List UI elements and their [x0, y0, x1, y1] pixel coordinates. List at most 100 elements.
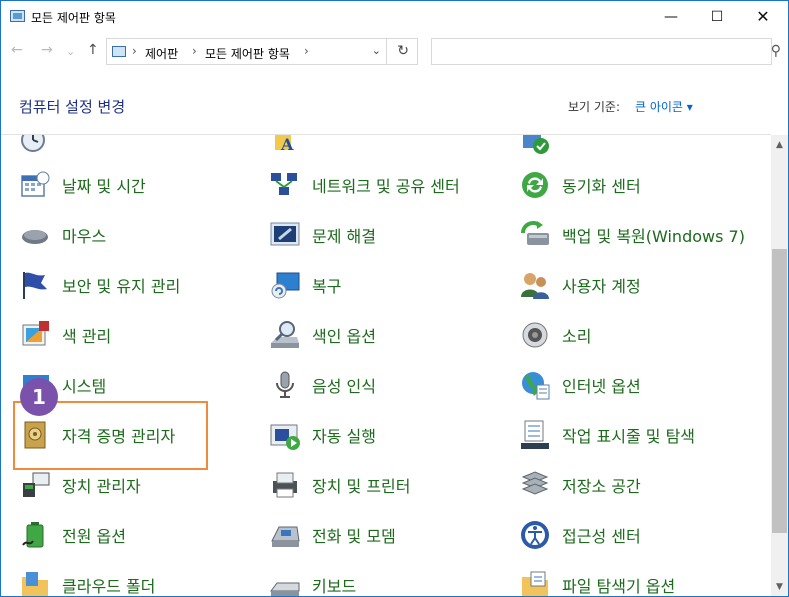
folder-options-icon — [519, 569, 551, 596]
list-item[interactable]: 장치 및 프린터 — [269, 465, 411, 505]
recovery-icon — [269, 269, 301, 301]
item-label: 색인 옵션 — [312, 327, 376, 346]
list-item[interactable]: 접근성 센터 — [519, 515, 641, 555]
breadcrumb-separator[interactable]: › — [192, 44, 197, 58]
list-item[interactable]: 전원 옵션 — [19, 515, 126, 555]
control-panel-icon — [10, 10, 25, 22]
list-item[interactable]: 네트워크 및 공유 센터 — [269, 165, 460, 205]
item-label: 보안 및 유지 관리 — [62, 277, 181, 296]
list-item[interactable]: 마우스 — [19, 215, 106, 255]
list-item[interactable]: 키보드 — [269, 565, 356, 596]
up-button[interactable]: ↑ — [87, 42, 99, 58]
item-label: 접근성 센터 — [562, 527, 641, 546]
control-panel-window: 모든 제어판 항목 — ☐ ✕ ← → ⌄ ↑ › 제어판 › 모든 제어판 항… — [0, 0, 789, 597]
item-label: 음성 인식 — [312, 377, 376, 396]
address-dropdown-icon[interactable]: ⌄ — [372, 44, 381, 57]
scroll-up-arrow-icon[interactable]: ▲ — [771, 136, 788, 153]
back-button[interactable]: ← — [11, 42, 23, 58]
keyboard-icon — [269, 569, 301, 596]
item-label: 복구 — [312, 277, 342, 296]
list-item[interactable] — [19, 135, 51, 160]
list-item[interactable]: 클라우드 폴더 — [19, 565, 155, 596]
refresh-button[interactable]: ↻ — [397, 43, 409, 59]
list-item[interactable]: 장치 관리자 — [19, 465, 141, 505]
printer-icon — [269, 469, 301, 501]
scrollbar-thumb[interactable] — [772, 249, 787, 533]
clock-icon — [19, 135, 51, 156]
sync-icon — [519, 169, 551, 201]
accessibility-icon — [519, 519, 551, 551]
vertical-scrollbar[interactable]: ▲ ▼ — [771, 135, 788, 596]
item-label: 백업 및 복원(Windows 7) — [562, 227, 745, 246]
list-item[interactable]: 색 관리 — [19, 315, 111, 355]
item-label: 색 관리 — [62, 327, 112, 346]
list-item[interactable]: 전화 및 모뎀 — [269, 515, 396, 555]
breadcrumb-control-panel[interactable]: 제어판 — [145, 45, 178, 62]
microphone-icon — [269, 369, 301, 401]
color-icon — [19, 319, 51, 351]
step-badge: 1 — [20, 378, 58, 416]
item-label: 네트워크 및 공유 센터 — [312, 177, 460, 196]
recent-locations-icon[interactable]: ⌄ — [66, 45, 75, 58]
breadcrumb-separator[interactable]: › — [132, 44, 137, 58]
breadcrumb-separator[interactable]: › — [304, 44, 309, 58]
item-label: 인터넷 옵션 — [562, 377, 641, 396]
forward-button[interactable]: → — [41, 42, 53, 58]
item-label: 동기화 센터 — [562, 177, 641, 196]
item-label: 클라우드 폴더 — [62, 577, 156, 596]
calendar-icon — [19, 169, 51, 201]
list-item[interactable]: A — [269, 135, 301, 160]
item-label: 작업 표시줄 및 탐색 — [562, 427, 696, 446]
list-item[interactable]: 보안 및 유지 관리 — [19, 265, 180, 305]
backup-icon — [519, 219, 551, 251]
page-title: 컴퓨터 설정 변경 — [19, 98, 126, 116]
list-item[interactable]: 색인 옵션 — [269, 315, 376, 355]
item-label: 장치 및 프린터 — [312, 477, 411, 496]
list-item[interactable]: 저장소 공간 — [519, 465, 641, 505]
list-item[interactable]: 동기화 센터 — [519, 165, 641, 205]
list-item[interactable]: 소리 — [519, 315, 591, 355]
item-label: 전원 옵션 — [62, 527, 126, 546]
list-item[interactable]: 백업 및 복원(Windows 7) — [519, 135, 745, 160]
device-manager-icon — [19, 469, 51, 501]
list-item[interactable]: 문제 해결 — [269, 215, 376, 255]
list-item[interactable]: 백업 및 복원(Windows 7) — [519, 215, 745, 255]
minimize-button[interactable]: — — [648, 1, 694, 32]
list-item[interactable]: 날짜 및 시간 — [19, 165, 146, 205]
list-item[interactable]: 인터넷 옵션 — [519, 365, 641, 405]
item-label: 마우스 — [62, 227, 107, 246]
item-label: 자동 실행 — [312, 427, 376, 446]
autoplay-icon — [269, 419, 301, 451]
search-box[interactable] — [431, 38, 772, 65]
title-bar: 모든 제어판 항목 — ☐ ✕ — [1, 1, 788, 32]
speaker-icon — [519, 319, 551, 351]
view-by-dropdown[interactable]: 큰 아이콘 ▾ — [635, 98, 693, 115]
item-label: 소리 — [562, 327, 592, 346]
view-by-label: 보기 기준: — [568, 100, 621, 114]
list-item[interactable]: 자동 실행 — [269, 415, 376, 455]
item-label: 파일 탐색기 옵션 — [562, 577, 676, 596]
list-item[interactable]: 파일 탐색기 옵션 — [519, 565, 675, 596]
control-panel-icon — [112, 46, 126, 57]
folder-icon — [19, 569, 51, 596]
list-item[interactable]: 복구 — [269, 265, 341, 305]
list-item[interactable]: 음성 인식 — [269, 365, 376, 405]
scroll-down-arrow-icon[interactable]: ▼ — [771, 578, 788, 595]
search-icon[interactable]: ⚲ — [753, 43, 781, 59]
font-icon: A — [269, 135, 301, 156]
breadcrumb-all-items[interactable]: 모든 제어판 항목 — [205, 45, 290, 62]
list-item[interactable]: 작업 표시줄 및 탐색 — [519, 415, 695, 455]
item-label: 시스템 — [62, 377, 107, 396]
taskbar-icon — [519, 419, 551, 451]
close-button[interactable]: ✕ — [740, 1, 786, 32]
users-icon — [519, 269, 551, 301]
mouse-icon — [19, 219, 51, 251]
flag-icon — [19, 269, 51, 301]
item-label: 장치 관리자 — [62, 477, 141, 496]
globe-icon — [519, 369, 551, 401]
default-programs-icon — [519, 135, 551, 156]
maximize-button[interactable]: ☐ — [694, 1, 740, 32]
items-grid: A 백업 및 복원(Windows 7) 날짜 및 시간 네트워크 및 공유 센… — [1, 135, 771, 596]
address-bar[interactable]: › 제어판 › 모든 제어판 항목 › ⌄ ↻ — [106, 38, 418, 65]
list-item[interactable]: 사용자 계정 — [519, 265, 641, 305]
